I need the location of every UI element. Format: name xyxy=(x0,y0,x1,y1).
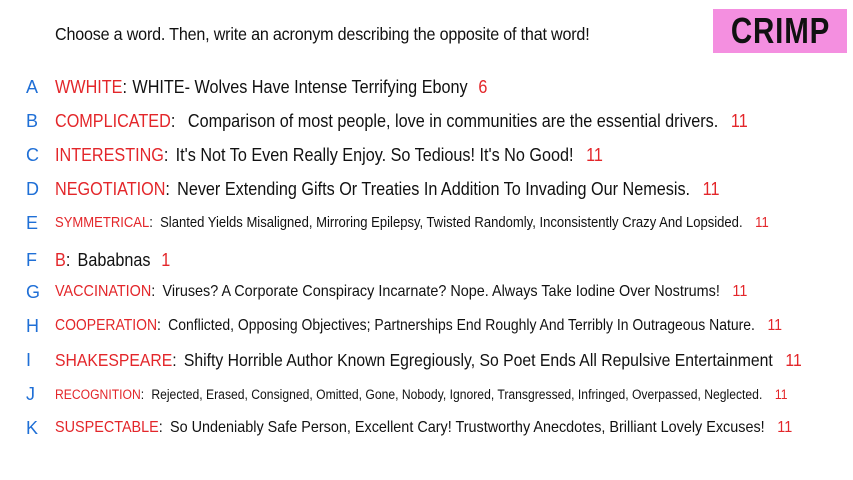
row-letter: C xyxy=(26,144,39,165)
acronym-row: J RECOGNITION: Rejected, Erased, Consigned… xyxy=(26,383,788,404)
row-letter: D xyxy=(26,178,39,199)
chosen-word: SYMMETRICAL xyxy=(55,215,150,231)
letter-count: 11 xyxy=(774,386,788,402)
chosen-word: RECOGNITION xyxy=(55,386,141,402)
row-letter: B xyxy=(26,110,39,131)
chosen-word: NEGOTIATION xyxy=(55,178,166,199)
acronym-text: Comparison of most people, love in commu… xyxy=(187,110,719,131)
row-letter: K xyxy=(26,417,39,438)
acronym-text: It's Not To Even Really Enjoy. So Tediou… xyxy=(175,144,574,165)
acronym-row: G VACCINATION: Viruses? A Corporate Conspi… xyxy=(26,281,748,302)
letter-count: 11 xyxy=(730,110,748,131)
acronym-row: A WWHITE: WHITE- Wolves Have Intense Terri… xyxy=(26,76,488,97)
row-letter: G xyxy=(26,281,41,302)
acronym-row: F B: Bababnas 1 xyxy=(26,249,171,270)
chosen-word: WWHITE xyxy=(55,76,123,97)
row-letter: F xyxy=(26,249,37,270)
acronym-text: Conflicted, Opposing Objectives; Partner… xyxy=(168,317,755,334)
row-letter: I xyxy=(26,349,32,370)
letter-count: 11 xyxy=(777,419,793,436)
acronym-text: So Undeniably Safe Person, Excellent Car… xyxy=(169,419,765,436)
letter-count: 1 xyxy=(161,249,171,270)
letter-count: 6 xyxy=(478,76,488,97)
badge-label: CRIMP xyxy=(730,10,830,51)
letter-count: 11 xyxy=(785,349,802,370)
letter-count: 11 xyxy=(755,215,769,231)
chosen-word: VACCINATION xyxy=(55,283,152,300)
acronym-text: Bababnas xyxy=(77,249,151,270)
chosen-word: B xyxy=(55,249,66,270)
acronym-text: Rejected, Erased, Consigned, Omitted, Go… xyxy=(151,386,763,402)
acronym-text: Shifty Horrible Author Known Egregiously… xyxy=(183,349,773,370)
acronym-text: Never Extending Gifts Or Treaties In Add… xyxy=(177,178,691,199)
chosen-word: COMPLICATED xyxy=(55,110,171,131)
acronym-row: D NEGOTIATION: Never Extending Gifts Or Tr… xyxy=(26,178,720,199)
acronym-row: I SHAKESPEARE: Shifty Horrible Author Know… xyxy=(26,349,802,370)
crimp-badge: CRIMP xyxy=(713,9,847,53)
acronym-row: E SYMMETRICAL: Slanted Yields Misaligned, … xyxy=(26,212,769,233)
acronym-text: WHITE- Wolves Have Intense Terrifying Eb… xyxy=(132,76,468,97)
row-letter: E xyxy=(26,212,39,233)
row-letter: A xyxy=(26,76,39,97)
letter-count: 11 xyxy=(586,144,603,165)
letter-count: 11 xyxy=(702,178,720,199)
row-letter: H xyxy=(26,315,39,336)
acronym-text: Slanted Yields Misaligned, Mirroring Epi… xyxy=(160,215,743,231)
row-letter: J xyxy=(26,383,35,404)
acronym-row: K SUSPECTABLE: So Undeniably Safe Person, … xyxy=(26,417,793,438)
acronym-text: Viruses? A Corporate Conspiracy Incarnat… xyxy=(162,283,720,300)
acronym-row: C INTERESTING: It's Not To Even Really Enj… xyxy=(26,144,603,165)
chosen-word: SUSPECTABLE xyxy=(55,419,159,436)
prompt-text: Choose a word. Then, write an acronym de… xyxy=(55,24,590,44)
chosen-word: INTERESTING xyxy=(55,144,164,165)
letter-count: 11 xyxy=(767,317,782,334)
chosen-word: SHAKESPEARE xyxy=(55,349,173,370)
acronym-row: B COMPLICATED: Comparison of most people, … xyxy=(26,110,748,131)
letter-count: 11 xyxy=(732,283,748,300)
chosen-word: COOPERATION xyxy=(55,317,158,334)
acronym-row: H COOPERATION: Conflicted, Opposing Object… xyxy=(26,315,782,336)
